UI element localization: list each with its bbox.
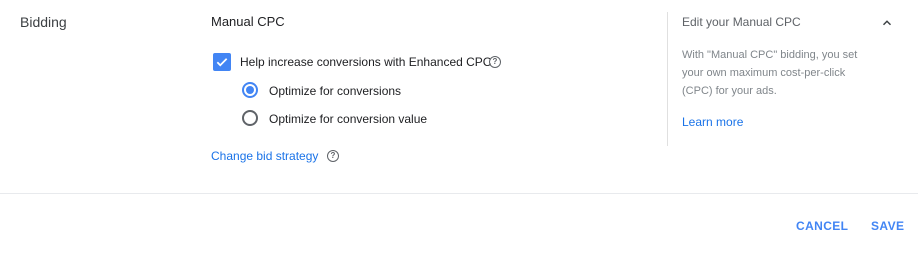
footer-divider xyxy=(0,193,918,194)
chevron-up-icon[interactable] xyxy=(880,16,894,30)
panel-divider xyxy=(667,12,668,146)
cancel-button[interactable]: CANCEL xyxy=(796,219,848,233)
section-label: Bidding xyxy=(20,14,67,30)
optimize-conversion-value-label[interactable]: Optimize for conversion value xyxy=(269,112,427,126)
learn-more-link[interactable]: Learn more xyxy=(682,115,743,129)
help-icon[interactable]: ? xyxy=(489,56,501,68)
help-panel-text: With "Manual CPC" bidding, you set your … xyxy=(682,49,858,97)
optimize-conversions-radio[interactable] xyxy=(242,82,258,98)
help-icon[interactable]: ? xyxy=(327,150,339,162)
enhanced-cpc-label[interactable]: Help increase conversions with Enhanced … xyxy=(240,55,491,69)
enhanced-cpc-checkbox[interactable] xyxy=(213,53,231,71)
save-button[interactable]: SAVE xyxy=(871,219,904,233)
check-icon xyxy=(216,58,228,67)
change-bid-strategy-link[interactable]: Change bid strategy xyxy=(211,149,318,163)
help-panel-title: Edit your Manual CPC xyxy=(682,15,801,29)
optimize-conversion-value-radio[interactable] xyxy=(242,110,258,126)
optimize-conversions-label[interactable]: Optimize for conversions xyxy=(269,84,401,98)
bid-strategy-name: Manual CPC xyxy=(211,14,285,29)
